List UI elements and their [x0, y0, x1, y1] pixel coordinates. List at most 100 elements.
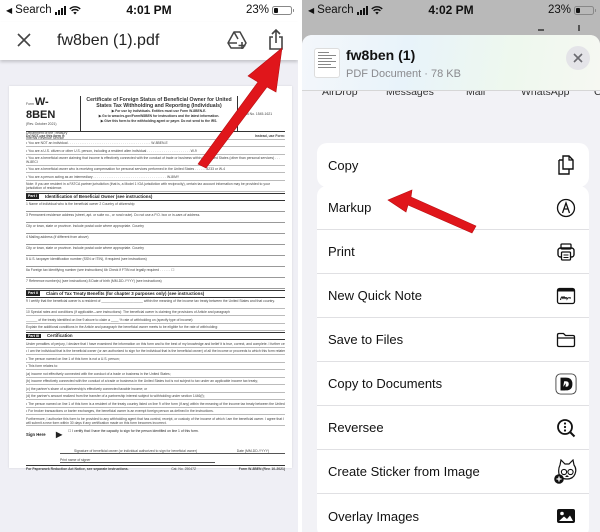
- part-3-heading: Part III Certification: [26, 332, 285, 340]
- status-bar: ◀ Search 4:02 PM 23%: [302, 0, 600, 20]
- action-copy[interactable]: Copy: [317, 143, 589, 187]
- pdf-page: Form W-8BEN (Rev. October 2021) Departme…: [9, 86, 292, 471]
- battery-percent: 23%: [547, 4, 571, 16]
- battery-status: 23%: [246, 4, 294, 16]
- omb-number: OMB No. 1545-1621: [237, 96, 285, 131]
- footer-form: Form W-8BEN (Rev. 10-2021): [238, 467, 285, 471]
- share-app-whatsapp[interactable]: WhatsApp: [521, 91, 569, 98]
- form-field[interactable]: 1 Name of individual who is the benefici…: [26, 201, 285, 212]
- part-title: Certification: [47, 333, 73, 339]
- action-group-copy: Copy: [317, 143, 589, 187]
- form-line: • You are a beneficial owner claiming th…: [26, 155, 285, 166]
- form-line: ______ of the treaty identified on line …: [26, 316, 285, 324]
- cert-line: • I am the individual that is the benefi…: [26, 349, 285, 355]
- action-reversee[interactable]: Reversee: [317, 406, 589, 450]
- form-revision: (Rev. October 2021): [26, 122, 57, 127]
- action-new-quick-note[interactable]: New Quick Note: [317, 274, 589, 318]
- battery-status: 23%: [547, 4, 596, 16]
- action-label: Copy to Documents: [328, 376, 443, 391]
- form-line: 9 I certify that the beneficial owner is…: [26, 298, 285, 309]
- close-icon[interactable]: [14, 30, 34, 50]
- form-line: 10 Special rates and conditions (if appl…: [26, 309, 285, 316]
- cert-line: • The person named on line 1 of this for…: [26, 401, 285, 408]
- status-bar: ◀ Search 4:01 PM 23%: [0, 0, 298, 20]
- cert-line: (d) the partner's amount realized from t…: [26, 393, 285, 400]
- dimmed-background: [302, 20, 600, 36]
- form-field[interactable]: 6a Foreign tax identifying number (see i…: [26, 267, 285, 278]
- sign-here-label: Sign Here: [26, 432, 46, 438]
- viewer-toolbar: fw8ben (1).pdf: [0, 22, 298, 60]
- footer-cat-no: Cat. No. 25047Z: [171, 467, 197, 471]
- close-sheet-button[interactable]: [566, 46, 590, 70]
- form-field[interactable]: 7 Reference number(s) (see instructions)…: [26, 278, 285, 289]
- action-label: Save to Files: [328, 332, 404, 347]
- cert-line: Under penalties of perjury, I declare th…: [26, 341, 285, 348]
- markup-pen-icon: [555, 197, 577, 219]
- print-name-line[interactable]: Print name of signer: [60, 454, 215, 463]
- share-sheet-header: fw8ben (1) PDF Document · 78 KB: [302, 35, 600, 90]
- action-print[interactable]: Print: [317, 230, 589, 274]
- cert-line: (b) income effectively connected with th…: [26, 378, 285, 385]
- share-app-airdrop[interactable]: AirDrop: [322, 91, 358, 98]
- form-field[interactable]: 5 U.S. taxpayer identification number (S…: [26, 256, 285, 267]
- sign-here-row: Sign Here ▶ ☐ I certify that I have the …: [26, 426, 285, 444]
- close-icon: [573, 53, 583, 63]
- form-field[interactable]: 3 Permanent residence address (street, a…: [26, 212, 285, 223]
- action-label: Copy: [328, 157, 359, 173]
- quick-note-icon: [555, 285, 577, 307]
- part-title: Claim of Tax Treaty Benefits (for chapte…: [46, 290, 205, 296]
- document-name: fw8ben (1): [346, 47, 416, 63]
- share-apps-row[interactable]: AirDrop Messages Mail WhatsApp C: [302, 90, 600, 102]
- action-label: Create Sticker from Image: [328, 464, 480, 479]
- form-line: • You are a U.S. citizen or other U.S. p…: [26, 147, 285, 155]
- form-number: W-8BEN: [26, 96, 56, 122]
- part-tag: Part III: [26, 333, 41, 339]
- instead-heading: Instead, use Form:: [254, 133, 285, 138]
- share-app-more[interactable]: C: [594, 91, 600, 98]
- form-line: • You are NOT an individual . . . . . . …: [26, 140, 285, 147]
- pdf-viewer-screen: ◀ Search 4:01 PM 23% fw8ben (1).pdf Form…: [0, 0, 298, 532]
- share-app-messages[interactable]: Messages: [386, 91, 434, 98]
- share-app-mail[interactable]: Mail: [466, 91, 485, 98]
- add-to-drive-icon[interactable]: [226, 29, 248, 51]
- share-sheet: fw8ben (1) PDF Document · 78 KB AirDrop …: [302, 35, 600, 532]
- form-field[interactable]: City or town, state or province. Include…: [26, 245, 285, 256]
- footer-notice: For Paperwork Reduction Act Notice, see …: [26, 467, 129, 471]
- form-note: Note: If you are resident in a FATCA par…: [26, 181, 285, 192]
- signature-line[interactable]: Signature of beneficial owner (or indivi…: [60, 444, 285, 454]
- form-subtitle-3: ▶ Give this form to the withholding agen…: [100, 119, 218, 124]
- capacity-checkbox[interactable]: ☐ I certify that I have the capacity to …: [68, 429, 198, 433]
- form-label: Form: [26, 102, 34, 106]
- form-field[interactable]: City or town, state or province. Include…: [26, 223, 285, 234]
- part-1-heading: Part I Identification of Beneficial Owner…: [26, 192, 285, 201]
- action-label: Overlay Images: [328, 508, 420, 524]
- form-field[interactable]: 4 Mailing address (if different from abo…: [26, 234, 285, 245]
- part-title: Identification of Beneficial Owner (see …: [45, 193, 153, 199]
- form-line: Explain the additional conditions in the…: [26, 324, 285, 331]
- share-icon[interactable]: [266, 28, 286, 52]
- cert-line: • This form relates to:: [26, 363, 285, 370]
- cert-line: • The person named on line 1 of this for…: [26, 355, 285, 363]
- dimmed-toolbar-icon: [538, 29, 544, 31]
- form-header: Form W-8BEN (Rev. October 2021) Departme…: [26, 96, 285, 140]
- form-line: • You are a person acting as an intermed…: [26, 173, 285, 181]
- cert-line: (c) the partner's share of a partnership…: [26, 385, 285, 393]
- action-copy-to-documents[interactable]: Copy to Documents: [317, 362, 589, 406]
- sign-arrow-icon: ▶: [56, 430, 63, 440]
- action-overlay-images[interactable]: Overlay Images: [317, 494, 589, 532]
- share-sheet-screen: ◀ Search 4:02 PM 23% fw8ben (1) PDF Docu…: [302, 0, 600, 532]
- action-save-to-files[interactable]: Save to Files: [317, 318, 589, 362]
- action-label: Markup: [328, 200, 372, 215]
- action-markup[interactable]: Markup: [317, 186, 589, 230]
- part-tag: Part I: [26, 194, 39, 199]
- photo-icon: [555, 505, 577, 527]
- action-label: Reversee: [328, 420, 384, 435]
- pdf-canvas[interactable]: Form W-8BEN (Rev. October 2021) Departme…: [0, 60, 298, 532]
- folder-icon: [555, 329, 577, 351]
- battery-icon: [272, 5, 294, 15]
- action-group-list: Markup Print New Quick Note Save to File…: [317, 186, 589, 532]
- action-create-sticker[interactable]: Create Sticker from Image: [317, 450, 589, 494]
- battery-icon: [574, 5, 596, 15]
- document-thumbnail: [314, 48, 340, 78]
- print-name-label: Print name of signer: [60, 458, 91, 462]
